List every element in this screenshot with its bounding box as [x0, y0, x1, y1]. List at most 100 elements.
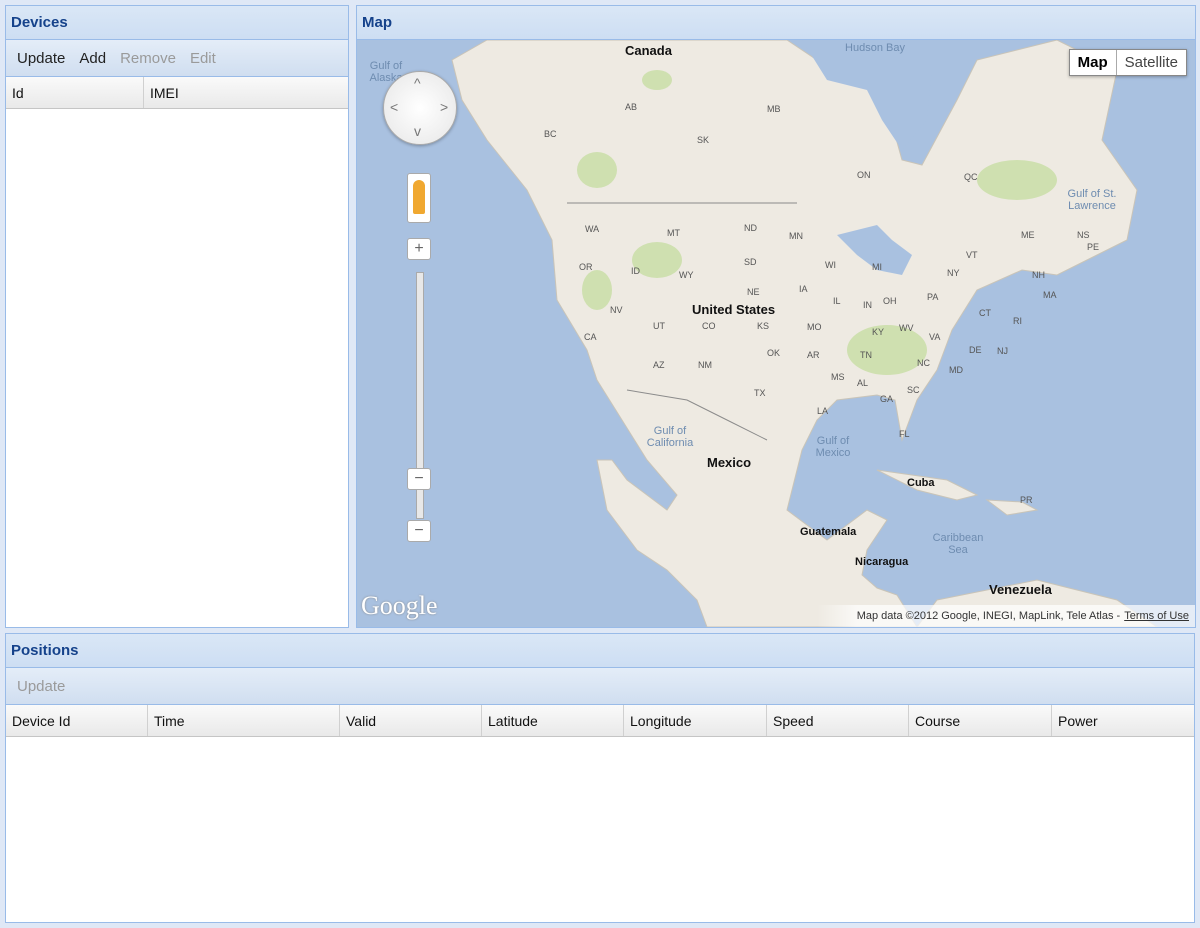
column-header-time[interactable]: Time: [148, 705, 340, 736]
state-label: PA: [927, 292, 939, 302]
map-type-satellite-button[interactable]: Satellite: [1117, 50, 1186, 75]
state-label: TX: [754, 388, 766, 398]
street-view-pegman-icon[interactable]: [407, 173, 431, 223]
map-type-control: Map Satellite: [1068, 49, 1187, 76]
label-gulf-mexico: Gulf of Mexico: [815, 435, 851, 459]
terms-of-use-link[interactable]: Terms of Use: [1124, 610, 1189, 622]
label-caribbean: Caribbean Sea: [932, 532, 984, 556]
column-header-id[interactable]: Id: [6, 77, 144, 108]
state-label: MD: [949, 365, 963, 375]
label-guatemala: Guatemala: [800, 526, 857, 538]
state-label: NS: [1077, 230, 1090, 240]
state-label: ON: [857, 170, 871, 180]
map-base: [451, 40, 1158, 627]
pan-left-icon[interactable]: <: [390, 100, 398, 114]
state-label: SD: [744, 257, 757, 267]
label-gulf-california: Gulf of California: [646, 425, 694, 449]
state-label: ME: [1021, 230, 1035, 240]
state-label: UT: [653, 321, 665, 331]
state-label: BC: [544, 129, 557, 139]
state-label: NY: [947, 268, 960, 278]
state-label: GA: [880, 394, 894, 404]
state-label: AR: [807, 350, 820, 360]
state-label: NC: [917, 358, 930, 368]
devices-grid-header: Id IMEI: [6, 77, 348, 109]
state-label: IL: [833, 296, 841, 306]
zoom-in-button[interactable]: +: [407, 238, 431, 260]
devices-add-button[interactable]: Add: [72, 50, 113, 67]
state-label: KS: [757, 321, 770, 331]
column-header-device-id[interactable]: Device Id: [6, 705, 148, 736]
positions-panel-title: Positions: [11, 642, 79, 659]
state-label: NH: [1032, 270, 1045, 280]
state-label: MN: [789, 231, 803, 241]
state-label: KY: [872, 327, 885, 337]
state-label: SK: [697, 135, 710, 145]
zoom-out-button[interactable]: −: [407, 520, 431, 542]
state-label: ID: [631, 266, 640, 276]
label-hudson-bay: Hudson Bay: [845, 42, 905, 54]
positions-toolbar: Update: [6, 668, 1194, 705]
column-header-power[interactable]: Power: [1052, 705, 1194, 736]
map-panel-header: Map: [357, 6, 1195, 40]
label-mexico: Mexico: [707, 455, 752, 470]
positions-update-button[interactable]: Update: [10, 678, 72, 695]
pan-up-icon[interactable]: ^: [414, 76, 421, 90]
state-label: QC: [964, 172, 978, 182]
map-canvas[interactable]: Canada United States Mexico Cuba Guatema…: [357, 40, 1195, 627]
state-label: WV: [899, 323, 914, 333]
state-label: MO: [807, 322, 822, 332]
devices-update-button[interactable]: Update: [10, 50, 72, 67]
state-label: RI: [1013, 316, 1022, 326]
state-label: ND: [744, 223, 757, 233]
label-venezuela: Venezuela: [989, 582, 1052, 597]
state-label: CO: [702, 321, 716, 331]
state-label: OH: [883, 296, 897, 306]
state-label: MB: [767, 104, 781, 114]
state-label: WA: [585, 224, 600, 234]
column-header-latitude[interactable]: Latitude: [482, 705, 624, 736]
google-logo: Google: [361, 591, 438, 620]
state-label: TN: [860, 350, 872, 360]
state-label: IN: [863, 300, 872, 310]
state-label: NE: [747, 287, 760, 297]
column-header-imei[interactable]: IMEI: [144, 77, 348, 108]
label-nicaragua: Nicaragua: [855, 556, 909, 568]
label-canada: Canada: [625, 43, 672, 58]
state-label: OK: [767, 348, 781, 358]
pan-right-icon[interactable]: >: [440, 100, 448, 114]
map-copyright: Map data ©2012 Google, INEGI, MapLink, T…: [816, 605, 1195, 627]
devices-panel-title: Devices: [11, 14, 68, 31]
state-label: FL: [899, 429, 910, 439]
label-gulf-stlawrence: Gulf of St. Lawrence: [1067, 188, 1117, 212]
positions-panel-header: Positions: [6, 634, 1194, 668]
state-label: MA: [1043, 290, 1057, 300]
column-header-speed[interactable]: Speed: [767, 705, 909, 736]
pan-down-icon[interactable]: v: [414, 124, 421, 138]
state-label: DE: [969, 345, 982, 355]
state-label: IA: [799, 284, 808, 294]
state-label: AZ: [653, 360, 665, 370]
column-header-course[interactable]: Course: [909, 705, 1052, 736]
map-copyright-text: Map data ©2012 Google, INEGI, MapLink, T…: [856, 610, 1121, 622]
state-label: MS: [831, 372, 845, 382]
state-label: AB: [625, 102, 638, 112]
devices-edit-button[interactable]: Edit: [183, 50, 223, 67]
state-label: CT: [979, 308, 991, 318]
state-label: WI: [825, 260, 836, 270]
label-united-states: United States: [692, 302, 776, 317]
state-label: NV: [610, 305, 623, 315]
column-header-longitude[interactable]: Longitude: [624, 705, 767, 736]
pan-control[interactable]: ^ v < >: [383, 71, 457, 145]
devices-remove-button[interactable]: Remove: [113, 50, 183, 67]
zoom-slider-handle[interactable]: −: [407, 468, 431, 490]
state-label: SC: [907, 385, 920, 395]
devices-panel-header: Devices: [6, 6, 348, 40]
state-label: VA: [929, 332, 941, 342]
state-label: VT: [966, 250, 978, 260]
state-label: CA: [584, 332, 597, 342]
devices-panel: Devices Update Add Remove Edit Id IMEI: [5, 5, 349, 628]
column-header-valid[interactable]: Valid: [340, 705, 482, 736]
map-type-map-button[interactable]: Map: [1070, 50, 1117, 75]
map-panel: Map Canada United States Mexico Cuba Gua…: [356, 5, 1196, 628]
